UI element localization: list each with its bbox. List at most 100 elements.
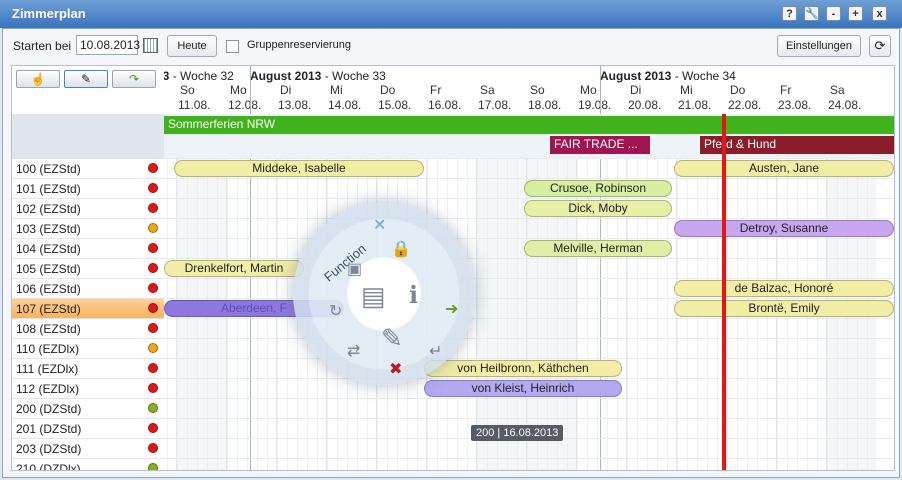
- swap-icon[interactable]: ⇄: [347, 341, 360, 361]
- room-row[interactable]: 110 (EZDlx): [12, 338, 164, 358]
- day-column[interactable]: [476, 114, 526, 470]
- booking-bar[interactable]: von Kleist, Heinrich: [424, 380, 622, 397]
- day-date: 15.08.: [378, 98, 412, 112]
- room-row[interactable]: 112 (EZDlx): [12, 378, 164, 398]
- row-line: [164, 218, 894, 219]
- room-row[interactable]: 102 (EZStd): [12, 198, 164, 218]
- room-row[interactable]: 201 (DZStd): [12, 418, 164, 438]
- week-month: August 2013: [250, 69, 322, 83]
- booking-bar[interactable]: Detroy, Susanne: [674, 220, 894, 237]
- room-row[interactable]: 203 (DZStd): [12, 438, 164, 458]
- close-button[interactable]: x: [872, 6, 887, 21]
- event-header-filler: [12, 114, 164, 158]
- forward-arrow-icon[interactable]: ↷: [112, 70, 156, 88]
- room-name: 102 (EZStd): [16, 202, 81, 216]
- week-header: August 2013 - Woche 34: [600, 69, 736, 83]
- room-status-dot: [148, 363, 158, 373]
- unlock-delete-icon[interactable]: ✖: [389, 359, 402, 379]
- room-name: 106 (EZStd): [16, 282, 81, 296]
- row-line: [164, 158, 894, 159]
- day-date: 23.08.: [778, 98, 812, 112]
- settings-button[interactable]: Einstellungen: [777, 35, 861, 57]
- day-column[interactable]: [526, 114, 576, 470]
- print-icon[interactable]: ▤: [361, 281, 386, 312]
- calendar-event[interactable]: Sommerferien NRW: [164, 116, 894, 134]
- room-status-dot: [148, 243, 158, 253]
- close-wheel-icon[interactable]: ✕: [373, 215, 386, 235]
- start-date-input[interactable]: 10.08.2013: [76, 35, 140, 55]
- day-date: 11.08.: [178, 98, 211, 112]
- return-icon[interactable]: ↵: [429, 341, 442, 361]
- refresh-icon[interactable]: ⟳: [869, 35, 891, 57]
- maximize-button[interactable]: +: [848, 6, 863, 21]
- room-row[interactable]: 100 (EZStd): [12, 158, 164, 178]
- room-row[interactable]: 200 (DZStd): [12, 398, 164, 418]
- calendar-area[interactable]: 13 - Woche 32August 2013 - Woche 33Augus…: [164, 66, 894, 470]
- room-status-dot: [148, 443, 158, 453]
- day-column[interactable]: [626, 114, 676, 470]
- pencil-icon[interactable]: ✎: [64, 70, 108, 88]
- booking-bar[interactable]: Austen, Jane: [674, 160, 894, 177]
- lock-icon[interactable]: 🔒: [391, 239, 411, 259]
- room-name: 210 (DZDlx): [16, 462, 81, 471]
- row-line: [164, 258, 894, 259]
- calendar-icon[interactable]: [143, 38, 158, 53]
- tools-button[interactable]: 🔧: [804, 6, 819, 21]
- week-number: - Woche 33: [324, 69, 386, 83]
- booking-bar[interactable]: Drenkelfort, Martin: [164, 260, 304, 277]
- day-name: Do: [730, 83, 746, 97]
- room-row[interactable]: 107 (EZStd): [12, 298, 164, 318]
- day-column[interactable]: [576, 114, 626, 470]
- room-name: 201 (DZStd): [16, 422, 82, 436]
- day-name: Sa: [830, 83, 845, 97]
- add-page-icon[interactable]: ▣: [347, 259, 362, 279]
- booking-bar[interactable]: Middeke, Isabelle: [174, 160, 424, 177]
- day-name: Sa: [480, 83, 495, 97]
- minimize-button[interactable]: -: [826, 6, 841, 21]
- day-date: 20.08.: [628, 98, 662, 112]
- row-line: [164, 278, 894, 279]
- info-icon[interactable]: ℹ: [409, 281, 418, 310]
- row-line: [164, 418, 894, 419]
- booking-bar[interactable]: Brontë, Emily: [674, 300, 894, 317]
- today-button[interactable]: Heute: [167, 35, 217, 57]
- room-row[interactable]: 104 (EZStd): [12, 238, 164, 258]
- room-status-dot: [148, 283, 158, 293]
- room-row[interactable]: 210 (DZDlx): [12, 458, 164, 471]
- booking-bar[interactable]: de Balzac, Honoré: [674, 280, 894, 297]
- booking-bar[interactable]: von Heilbronn, Käthchen: [424, 360, 622, 377]
- room-row[interactable]: 111 (EZDlx): [12, 358, 164, 378]
- room-column: ☝ ✎ ↷ 100 (EZStd) 101 (EZStd) 102 (EZStd) 1…: [12, 66, 165, 470]
- day-date: 14.08.: [328, 98, 362, 112]
- day-name: Mi: [680, 83, 693, 97]
- room-row[interactable]: 103 (EZStd): [12, 218, 164, 238]
- calendar-event[interactable]: Pferd & Hund: [700, 136, 894, 154]
- room-row[interactable]: 106 (EZStd): [12, 278, 164, 298]
- day-name: Mo: [580, 83, 597, 97]
- row-line: [164, 178, 894, 179]
- toolbar: Starten bei 10.08.2013 Heute Gruppenrese…: [3, 29, 899, 63]
- room-row[interactable]: 105 (EZStd): [12, 258, 164, 278]
- hand-icon[interactable]: ☝: [16, 70, 60, 88]
- help-button[interactable]: ?: [782, 6, 797, 21]
- calendar-event[interactable]: FAIR TRADE ...: [550, 136, 650, 154]
- room-name: 104 (EZStd): [16, 242, 81, 256]
- room-row[interactable]: 101 (EZStd): [12, 178, 164, 198]
- room-status-dot: [148, 203, 158, 213]
- booking-bar[interactable]: Melville, Herman: [524, 240, 672, 257]
- day-date: 13.08.: [278, 98, 312, 112]
- room-status-dot: [148, 163, 158, 173]
- window-title: Zimmerplan: [12, 6, 86, 21]
- sync-icon[interactable]: ↻: [329, 301, 342, 321]
- row-line: [164, 458, 894, 459]
- booking-bar[interactable]: Dick, Moby: [524, 200, 672, 217]
- room-status-dot: [148, 403, 158, 413]
- day-name: Mi: [330, 83, 343, 97]
- move-arrow-icon[interactable]: ➜: [445, 299, 458, 319]
- edit-pencil-icon[interactable]: ✎: [381, 323, 403, 354]
- room-row[interactable]: 108 (EZStd): [12, 318, 164, 338]
- week-number: - Woche 34: [674, 69, 736, 83]
- booking-bar[interactable]: Crusoe, Robinson: [524, 180, 672, 197]
- group-reservation-checkbox[interactable]: [226, 40, 239, 53]
- row-line: [164, 318, 894, 319]
